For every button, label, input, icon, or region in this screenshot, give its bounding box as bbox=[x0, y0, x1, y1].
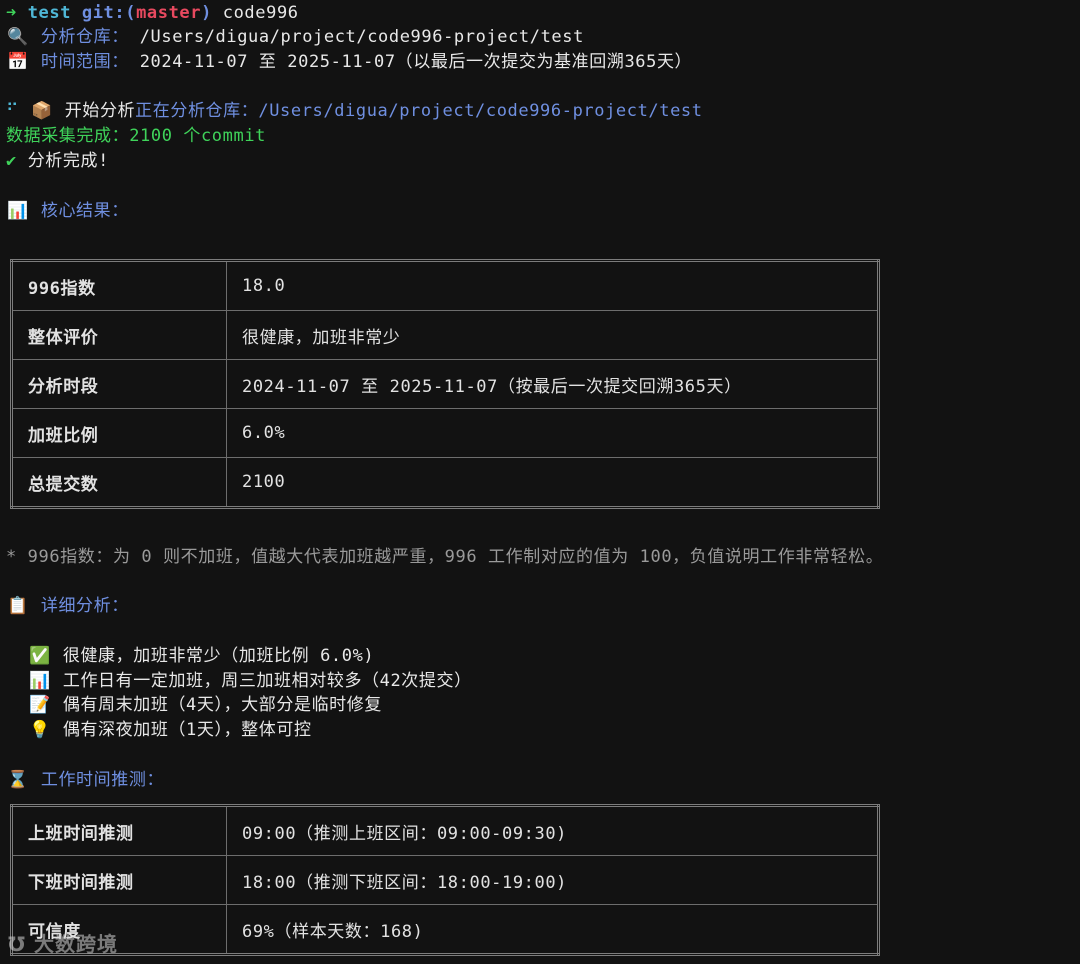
table-row: 总提交数 2100 bbox=[11, 457, 879, 508]
footnote: * 996指数：为 0 则不加班，值越大代表加班越严重，996 工作制对应的值为… bbox=[6, 547, 884, 567]
row-key: 整体评价 bbox=[11, 310, 227, 360]
list-item: 📝 偶有周末加班（4天），大部分是临时修复 bbox=[28, 693, 382, 718]
range-label: 时间范围： bbox=[40, 52, 129, 72]
analyzing-text: 正在分析仓库：/Users/digua/project/code996-proj… bbox=[135, 101, 703, 121]
clipboard-icon: 📋 bbox=[7, 596, 29, 616]
command-text: code996 bbox=[222, 3, 299, 23]
worktime-title-line: ⌛ 工作时间推测： bbox=[6, 768, 164, 793]
core-title: 核心结果： bbox=[40, 201, 129, 221]
collected-line: 数据采集完成：2100 个commit bbox=[6, 126, 266, 146]
list-item: 💡 偶有深夜加班（1天），整体可控 bbox=[28, 718, 312, 743]
list-item-text: 很健康，加班非常少（加班比例 6.0%) bbox=[62, 646, 375, 666]
check-icon: ✅ bbox=[29, 646, 51, 666]
memo-icon: 📝 bbox=[29, 695, 51, 715]
table-row: 加班比例 6.0% bbox=[11, 408, 879, 458]
row-key: 分析时段 bbox=[11, 359, 227, 409]
row-key: 加班比例 bbox=[11, 408, 227, 458]
table-row: 上班时间推测 09:00（推测上班区间：09:00-09:30) bbox=[11, 805, 879, 856]
watermark-text: 大数跨境 bbox=[33, 932, 118, 956]
calendar-icon: 📅 bbox=[7, 52, 29, 72]
row-value: 18:00（推测下班区间：18:00-19:00) bbox=[226, 855, 879, 905]
analysis-start-line: ⠋ 📦 开始分析正在分析仓库：/Users/digua/project/code… bbox=[6, 99, 703, 124]
table-row: 可信度 69%（样本天数：168) bbox=[11, 904, 879, 955]
list-item-text: 偶有周末加班（4天），大部分是临时修复 bbox=[62, 695, 382, 715]
table-row: 下班时间推测 18:00（推测下班区间：18:00-19:00) bbox=[11, 855, 879, 905]
list-item-text: 偶有深夜加班（1天），整体可控 bbox=[62, 720, 312, 740]
table-row: 分析时段 2024-11-07 至 2025-11-07（按最后一次提交回溯36… bbox=[11, 359, 879, 409]
bar-chart-icon: 📊 bbox=[29, 671, 51, 691]
git-close: ) bbox=[201, 3, 212, 23]
list-item: 📊 工作日有一定加班，周三加班相对较多（42次提交） bbox=[28, 669, 472, 694]
row-key: 总提交数 bbox=[11, 457, 227, 508]
prompt-dir: test bbox=[27, 3, 72, 23]
detail-title: 详细分析： bbox=[40, 596, 129, 616]
lightbulb-icon: 💡 bbox=[29, 720, 51, 740]
row-value: 18.0 bbox=[226, 260, 879, 311]
row-key: 下班时间推测 bbox=[11, 855, 227, 905]
detail-title-line: 📋 详细分析： bbox=[6, 594, 129, 619]
list-item: ✅ 很健康，加班非常少（加班比例 6.0%) bbox=[28, 644, 374, 669]
bar-chart-icon: 📊 bbox=[7, 201, 29, 221]
row-value: 6.0% bbox=[226, 408, 879, 458]
row-value: 2024-11-07 至 2025-11-07（按最后一次提交回溯365天） bbox=[226, 359, 879, 409]
package-icon: 📦 bbox=[31, 101, 53, 121]
repo-line: 🔍 分析仓库： /Users/digua/project/code996-pro… bbox=[6, 25, 584, 50]
watermark: ℧ 大数跨境 bbox=[8, 928, 118, 957]
git-branch: master bbox=[136, 3, 202, 23]
spinner-icon: ⠋ bbox=[6, 101, 20, 121]
core-title-line: 📊 核心结果： bbox=[6, 199, 129, 224]
range-line: 📅 时间范围： 2024-11-07 至 2025-11-07（以最后一次提交为… bbox=[6, 50, 692, 75]
check-mark-icon: ✔ bbox=[6, 151, 17, 171]
list-item-text: 工作日有一定加班，周三加班相对较多（42次提交） bbox=[62, 671, 472, 691]
magnifier-icon: 🔍 bbox=[7, 27, 29, 47]
shell-prompt: ➜ test git:(master) code996 bbox=[6, 1, 299, 26]
row-value: 2100 bbox=[226, 457, 879, 508]
core-results-table: 996指数 18.0 整体评价 很健康，加班非常少 分析时段 2024-11-0… bbox=[10, 259, 880, 509]
worktime-title: 工作时间推测： bbox=[40, 770, 165, 790]
done-line: ✔ 分析完成! bbox=[6, 149, 109, 174]
table-row: 996指数 18.0 bbox=[11, 260, 879, 311]
table-row: 整体评价 很健康，加班非常少 bbox=[11, 310, 879, 360]
row-value: 69%（样本天数：168) bbox=[226, 904, 879, 955]
git-label: git:( bbox=[81, 3, 137, 23]
start-label: 开始分析 bbox=[64, 101, 136, 121]
row-value: 09:00（推测上班区间：09:00-09:30) bbox=[226, 805, 879, 856]
repo-label: 分析仓库： bbox=[40, 27, 129, 47]
row-value: 很健康，加班非常少 bbox=[226, 310, 879, 360]
watermark-logo-icon: ℧ bbox=[8, 932, 27, 956]
range-value: 2024-11-07 至 2025-11-07（以最后一次提交为基准回溯365天… bbox=[139, 52, 693, 72]
worktime-table: 上班时间推测 09:00（推测上班区间：09:00-09:30) 下班时间推测 … bbox=[10, 804, 880, 956]
repo-path: /Users/digua/project/code996-project/tes… bbox=[139, 27, 584, 47]
row-key: 996指数 bbox=[11, 260, 227, 311]
hourglass-icon: ⌛ bbox=[7, 770, 29, 790]
row-key: 上班时间推测 bbox=[11, 805, 227, 856]
prompt-arrow: ➜ bbox=[6, 3, 17, 23]
done-text: 分析完成! bbox=[27, 151, 109, 171]
